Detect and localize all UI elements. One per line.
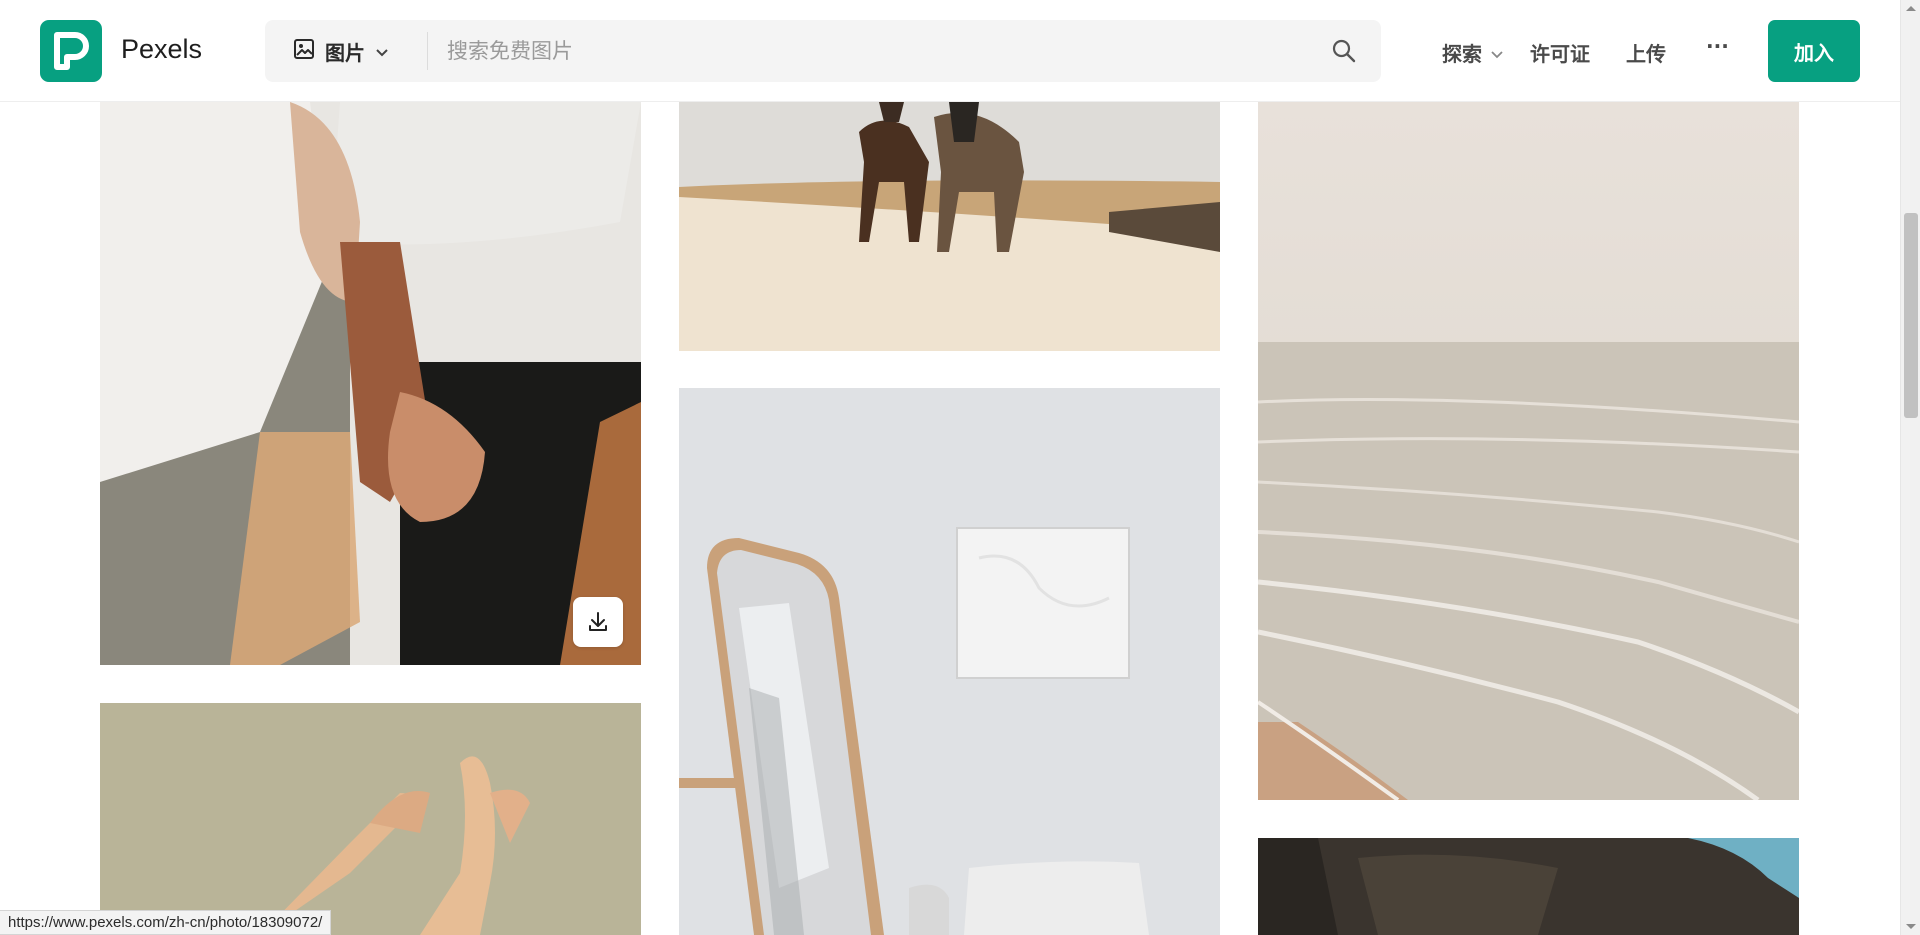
photo-ocean-shore <box>1258 102 1799 800</box>
photo-horses-beach <box>679 102 1220 351</box>
photo-card-ocean-shore[interactable] <box>1258 102 1799 800</box>
scroll-up-arrow[interactable] <box>1906 6 1916 11</box>
nav-license[interactable]: 许可证 <box>1530 38 1590 67</box>
photo-card-cliff[interactable] <box>1258 838 1799 935</box>
nav-license-label: 许可证 <box>1530 42 1590 66</box>
media-type-select[interactable]: 图片 <box>293 20 389 82</box>
search-input[interactable] <box>447 20 1307 82</box>
photo-hands-reaching <box>100 703 641 935</box>
photo-card-horses-beach[interactable] <box>679 102 1220 351</box>
photo-holding-hands <box>100 102 641 665</box>
search-bar: 图片 <box>265 20 1381 82</box>
photo-card-holding-hands[interactable] <box>100 102 641 665</box>
photo-mirror-room <box>679 388 1220 935</box>
chevron-down-icon <box>1490 41 1504 65</box>
pexels-logo-icon[interactable] <box>40 20 102 82</box>
nav-upload[interactable]: 上传 <box>1626 38 1666 67</box>
download-button[interactable] <box>573 597 623 647</box>
nav-explore[interactable]: 探索 <box>1442 38 1504 67</box>
photo-cliff <box>1258 838 1799 935</box>
search-icon[interactable] <box>1331 38 1357 68</box>
scroll-down-arrow[interactable] <box>1906 924 1916 929</box>
more-icon: ··· <box>1706 34 1729 58</box>
photo-card-mirror-room[interactable] <box>679 388 1220 935</box>
media-type-label: 图片 <box>325 40 365 65</box>
link-status-url: https://www.pexels.com/zh-cn/photo/18309… <box>0 910 332 935</box>
nav-upload-label: 上传 <box>1626 42 1666 66</box>
brand-name[interactable]: Pexels <box>121 34 202 65</box>
scroll-thumb[interactable] <box>1904 213 1918 418</box>
photo-card-hands-reaching[interactable] <box>100 703 641 935</box>
chevron-down-icon <box>375 39 389 63</box>
search-divider <box>427 32 428 70</box>
top-navigation-bar: Pexels 图片 探索 <box>0 0 1900 102</box>
image-icon <box>293 38 315 65</box>
download-icon <box>586 610 610 634</box>
nav-explore-label: 探索 <box>1442 42 1482 66</box>
join-button[interactable]: 加入 <box>1768 20 1860 82</box>
page-scrollbar[interactable] <box>1900 0 1920 935</box>
more-menu-button[interactable]: ··· <box>1706 34 1729 58</box>
